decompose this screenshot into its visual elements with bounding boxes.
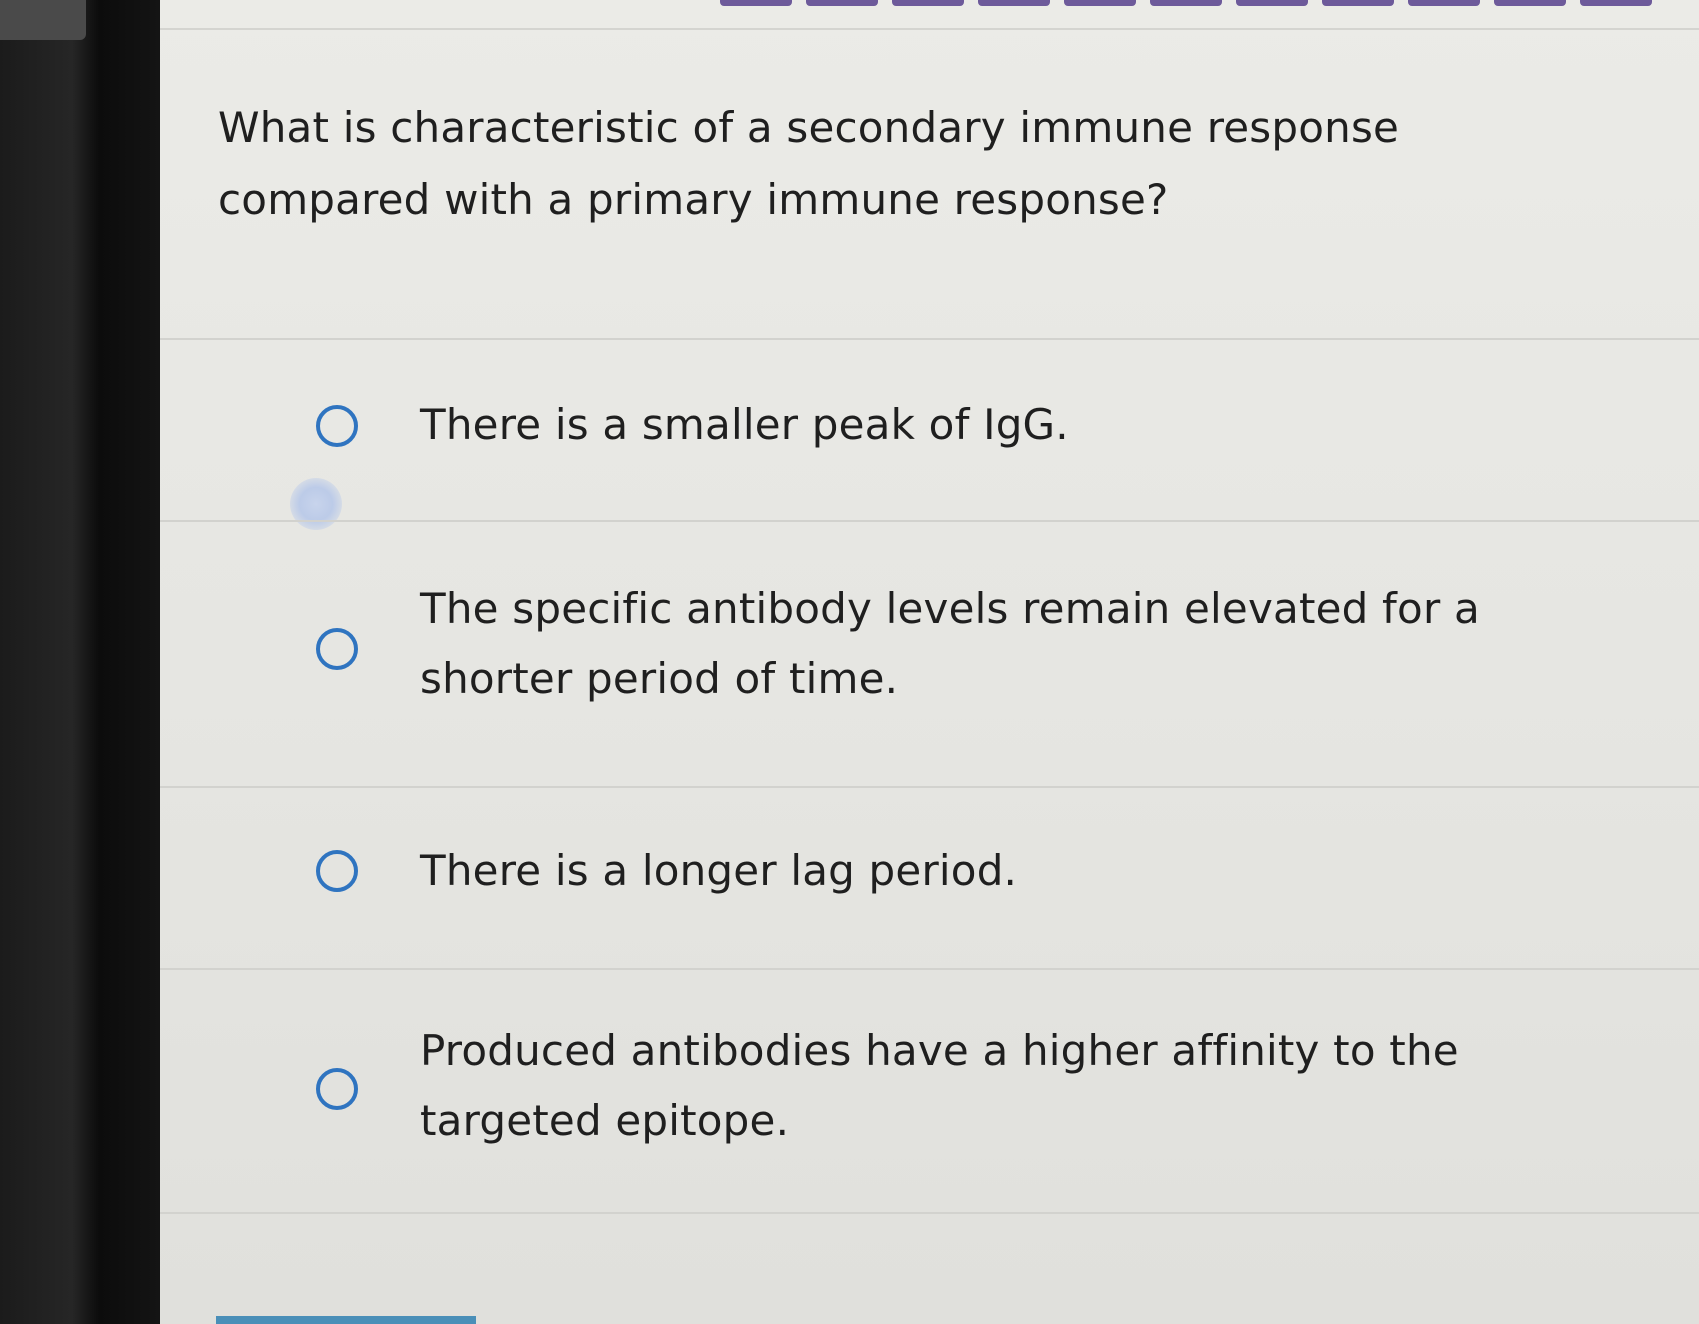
question-nav-tab[interactable] bbox=[806, 0, 878, 6]
question-nav-tab[interactable] bbox=[1064, 0, 1136, 6]
question-nav-tab[interactable] bbox=[720, 0, 792, 6]
answer-option-4[interactable]: Produced antibodies have a higher affini… bbox=[160, 970, 1699, 1210]
question-text: What is characteristic of a secondary im… bbox=[218, 103, 1400, 224]
submit-bar[interactable] bbox=[216, 1316, 476, 1324]
question-nav-tab[interactable] bbox=[1408, 0, 1480, 6]
answer-option-label: The specific antibody levels remain elev… bbox=[420, 584, 1480, 703]
top-divider bbox=[160, 28, 1699, 30]
question-nav-tab[interactable] bbox=[892, 0, 964, 6]
quiz-screen: What is characteristic of a secondary im… bbox=[160, 0, 1699, 1324]
question-nav-tab[interactable] bbox=[1236, 0, 1308, 6]
bezel-highlight bbox=[0, 0, 86, 40]
question-nav-tab[interactable] bbox=[1494, 0, 1566, 6]
answer-option-1[interactable]: There is a smaller peak of IgG. bbox=[160, 340, 1699, 518]
answer-option-3[interactable]: There is a longer lag period. bbox=[160, 788, 1699, 966]
radio-button[interactable] bbox=[316, 850, 358, 892]
question-nav-strip bbox=[160, 0, 1699, 6]
radio-button[interactable] bbox=[316, 1068, 358, 1110]
question-nav-tab[interactable] bbox=[1150, 0, 1222, 6]
answer-option-2[interactable]: The specific antibody levels remain elev… bbox=[160, 522, 1699, 784]
answer-option-label: There is a smaller peak of IgG. bbox=[420, 400, 1069, 449]
option-divider bbox=[160, 1212, 1699, 1214]
question-nav-tab[interactable] bbox=[978, 0, 1050, 6]
answer-option-label: Produced antibodies have a higher affini… bbox=[420, 1026, 1459, 1145]
question-nav-tab[interactable] bbox=[1580, 0, 1652, 6]
question-nav-tab[interactable] bbox=[1322, 0, 1394, 6]
radio-button[interactable] bbox=[316, 405, 358, 447]
monitor-bezel bbox=[0, 0, 160, 1324]
radio-button[interactable] bbox=[316, 628, 358, 670]
answer-option-label: There is a longer lag period. bbox=[420, 846, 1018, 895]
